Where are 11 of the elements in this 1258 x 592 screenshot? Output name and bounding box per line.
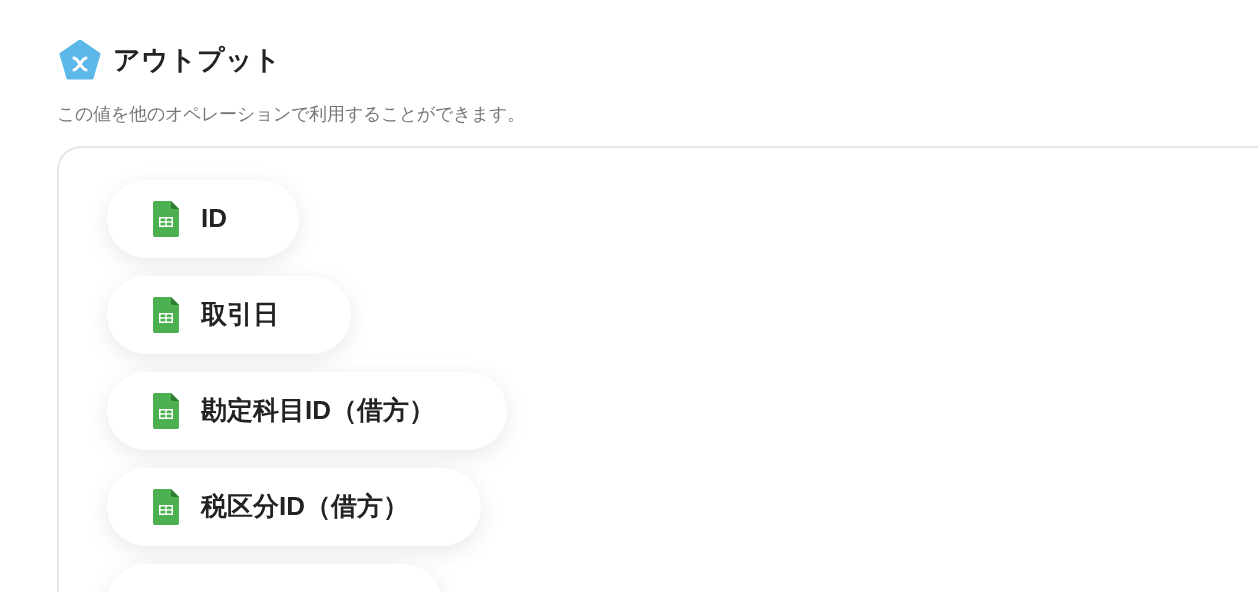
output-chip[interactable]: 取引日 xyxy=(107,275,351,354)
section-title: アウトプット xyxy=(113,44,281,77)
logo-icon xyxy=(59,40,101,81)
output-chip[interactable]: ID xyxy=(107,179,299,258)
output-chip[interactable]: 勘定科目ID（借方） xyxy=(107,371,507,450)
output-chip[interactable]: 税区分ID（借方） xyxy=(107,467,481,546)
spreadsheet-icon xyxy=(153,392,179,429)
spreadsheet-icon xyxy=(153,200,179,237)
spreadsheet-icon xyxy=(153,488,179,525)
section-description: この値を他のオペレーションで利用することができます。 xyxy=(57,102,526,126)
spreadsheet-icon xyxy=(153,296,179,333)
